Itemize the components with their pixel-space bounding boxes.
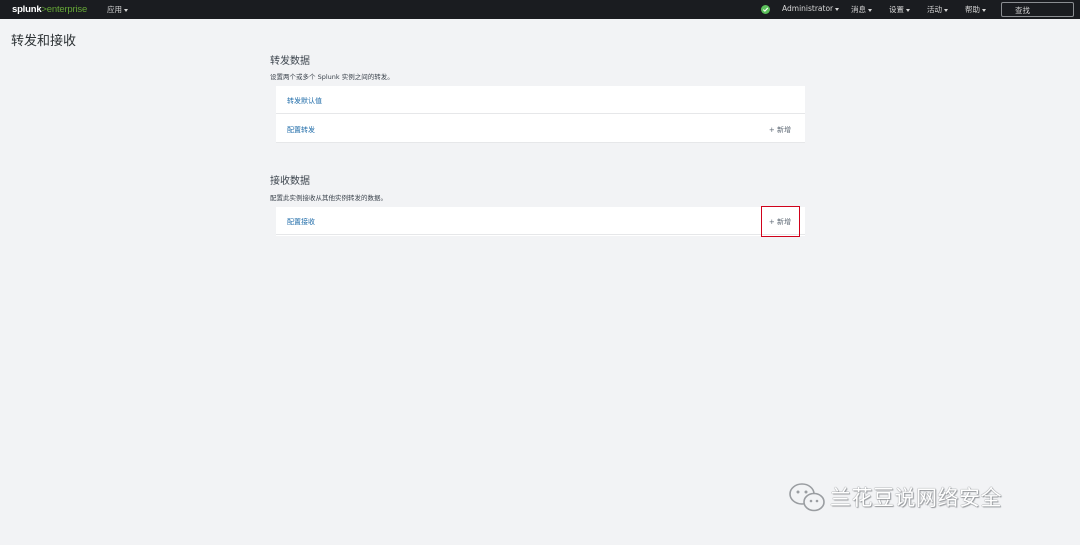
logo-product: enterprise <box>46 4 88 15</box>
receiving-section-description: 配置此实例接收从其他实例转发的数据。 <box>270 194 387 202</box>
receiving-section-title: 接收数据 <box>270 176 310 187</box>
settings-menu-label: 设置 <box>889 5 904 14</box>
apps-menu[interactable]: 应用 <box>107 4 128 15</box>
chevron-down-icon <box>944 8 948 12</box>
forwarding-section-description: 设置两个或多个 Splunk 实例之间的转发。 <box>270 73 394 81</box>
splunk-logo[interactable]: splunk>enterprise <box>12 4 87 15</box>
chevron-down-icon <box>835 7 840 11</box>
watermark-text: 兰花豆说网络安全 <box>830 486 1002 510</box>
search-input-label: 查找 <box>1015 6 1030 15</box>
user-menu-label: Administrator <box>782 4 834 13</box>
messages-menu-label: 消息 <box>851 5 866 14</box>
activity-menu[interactable]: 活动 <box>927 4 948 15</box>
list-item: 配置转发 + 新增 <box>276 115 805 143</box>
receiving-panel: 配置接收 + 新增 <box>276 207 805 236</box>
user-menu[interactable]: Administrator <box>782 4 840 13</box>
chevron-down-icon <box>982 8 986 12</box>
forwarding-section-title: 转发数据 <box>270 56 310 67</box>
chevron-down-icon <box>868 8 872 12</box>
messages-menu[interactable]: 消息 <box>851 4 872 15</box>
list-item: 转发默认值 <box>276 86 805 114</box>
forwarding-panel: 转发默认值 配置转发 + 新增 <box>276 86 805 143</box>
activity-menu-label: 活动 <box>927 5 942 14</box>
configure-forwarding-link[interactable]: 配置转发 <box>287 125 315 135</box>
list-item: 配置接收 + 新增 <box>276 207 805 235</box>
page-title: 转发和接收 <box>11 34 77 49</box>
search-input[interactable]: 查找 <box>1001 2 1074 17</box>
help-menu-label: 帮助 <box>965 5 980 14</box>
forwarding-defaults-link[interactable]: 转发默认值 <box>287 96 322 106</box>
wechat-icon <box>789 483 825 512</box>
settings-menu[interactable]: 设置 <box>889 4 910 15</box>
apps-menu-label: 应用 <box>107 5 122 14</box>
annotation-highlight-box <box>761 206 800 237</box>
chevron-down-icon <box>124 8 128 12</box>
top-navigation-bar: splunk>enterprise 应用 Administrator 消息 设置… <box>0 0 1080 19</box>
logo-main: splunk <box>12 4 42 15</box>
chevron-down-icon <box>906 8 910 12</box>
add-forwarding-button[interactable]: + 新增 <box>769 125 791 135</box>
configure-receiving-link[interactable]: 配置接收 <box>287 217 315 227</box>
help-menu[interactable]: 帮助 <box>965 4 986 15</box>
health-status-icon[interactable] <box>761 5 770 14</box>
